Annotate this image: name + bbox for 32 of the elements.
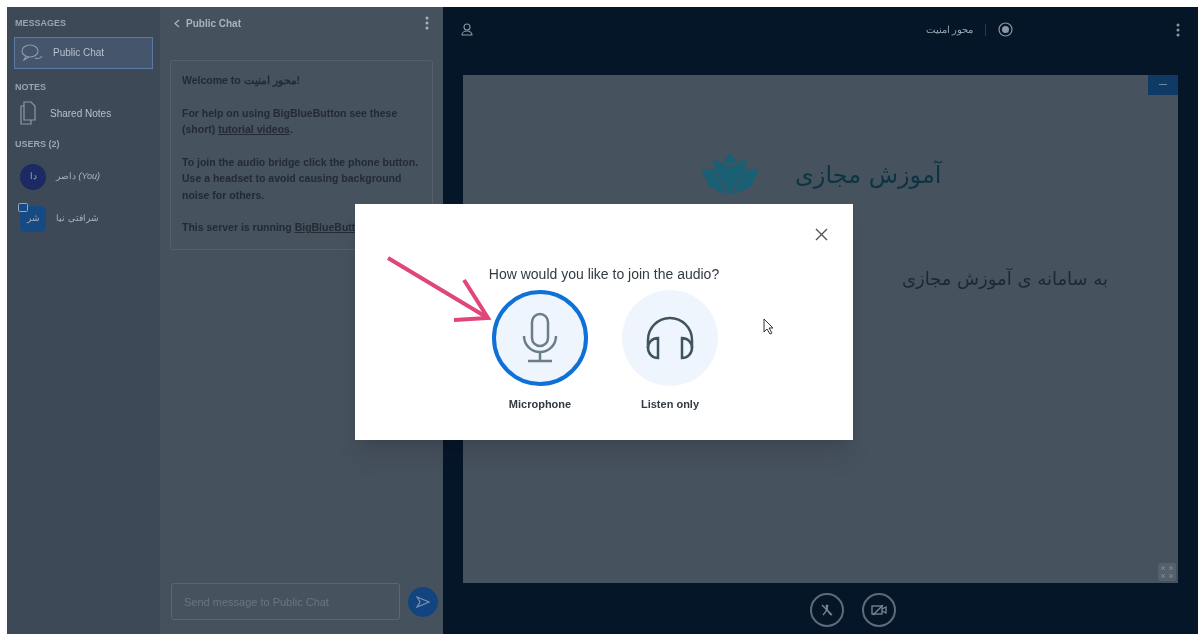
record-icon[interactable]	[998, 22, 1014, 37]
presenter-icon	[18, 202, 28, 212]
dialog-question: How would you like to join the audio?	[487, 265, 721, 284]
documents-icon	[20, 101, 36, 125]
phone-off-icon	[819, 603, 834, 617]
meeting-title: محور امنیت	[925, 23, 974, 37]
close-icon[interactable]	[815, 228, 828, 241]
user-name: شرافتی نیا	[56, 211, 99, 225]
chevron-left-icon	[174, 18, 180, 28]
camera-off-icon	[870, 604, 887, 616]
leave-audio-button[interactable]	[809, 593, 844, 627]
send-button[interactable]	[408, 586, 438, 617]
more-options-icon[interactable]	[425, 16, 429, 30]
camera-off-button[interactable]	[861, 593, 896, 627]
slide-logo-text: آموزش مجازی	[795, 159, 942, 191]
chat-list-item[interactable]: Public Chat	[14, 36, 153, 69]
mouse-cursor-icon	[763, 318, 775, 335]
section-heading: NOTES	[14, 80, 47, 94]
microphone-icon	[521, 312, 559, 364]
notes-list-item[interactable]: Shared Notes	[14, 98, 153, 128]
user-avatar: دا	[20, 163, 46, 190]
back-button[interactable]: Public Chat	[174, 15, 241, 31]
send-icon	[416, 595, 430, 608]
headphones-icon	[644, 316, 696, 360]
chat-bubbles-icon	[21, 42, 43, 63]
expand-icon	[1161, 566, 1173, 578]
more-options-icon[interactable]	[1176, 22, 1180, 37]
user-icon[interactable]	[461, 23, 473, 36]
minus-icon	[1159, 84, 1167, 86]
section-heading: MESSAGES	[14, 17, 67, 30]
user-avatar: شر	[20, 205, 46, 232]
section-heading: USERS (2)	[14, 138, 61, 151]
